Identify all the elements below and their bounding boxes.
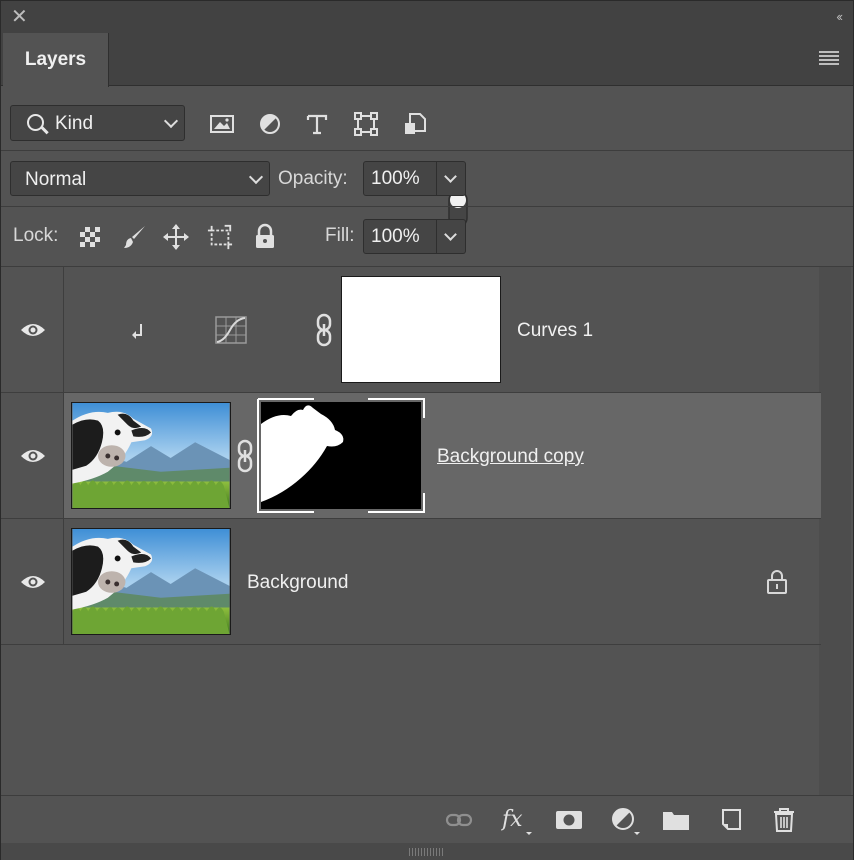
search-icon (27, 114, 44, 131)
tab-layers[interactable]: Layers (3, 33, 109, 87)
type-filter-icon[interactable] (304, 111, 330, 137)
lock-icon[interactable] (765, 569, 789, 595)
layer-row-curves[interactable]: Curves 1 (1, 267, 821, 393)
layer-thumbnail[interactable] (71, 528, 231, 635)
curves-adjustment-icon (215, 316, 247, 344)
collapse-icon[interactable]: ‹‹ (836, 9, 843, 24)
lock-row: Lock: Fill: 100% (1, 207, 853, 267)
lock-transparency-icon[interactable] (77, 223, 103, 251)
chevron-down-icon (444, 228, 457, 241)
delete-icon[interactable] (770, 808, 798, 832)
layer-row-background[interactable]: Background (1, 519, 821, 645)
svg-text:fx: fx (501, 807, 523, 832)
adjustment-filter-icon[interactable] (257, 111, 283, 137)
filter-kind-dropdown[interactable]: Kind (10, 105, 185, 141)
opacity-input[interactable]: 100% (363, 161, 437, 196)
lock-all-icon[interactable] (252, 223, 278, 251)
blend-row: Normal Opacity: 100% (1, 151, 853, 207)
filter-kind-label: Kind (55, 113, 94, 134)
eye-icon[interactable] (20, 321, 46, 339)
layer-mask-thumbnail[interactable] (257, 398, 425, 513)
new-group-icon[interactable] (662, 808, 690, 832)
chevron-down-icon (444, 170, 457, 183)
eye-icon[interactable] (20, 447, 46, 465)
fill-input[interactable]: 100% (363, 219, 437, 254)
panel-tabbar: Layers (1, 33, 853, 87)
eye-icon[interactable] (20, 573, 46, 591)
fill-dropdown-button[interactable] (437, 219, 466, 254)
resize-grip-icon[interactable] (409, 848, 445, 856)
layer-thumbnail[interactable] (71, 402, 231, 509)
lock-paint-icon[interactable] (122, 223, 148, 251)
clipping-arrow-icon (132, 324, 142, 339)
layer-mask-thumbnail[interactable] (341, 276, 501, 383)
add-mask-icon[interactable] (555, 808, 583, 832)
panel-titlebar: ✕ ‹‹ (1, 1, 853, 33)
blend-mode-dropdown[interactable]: Normal (10, 161, 270, 196)
smart-object-filter-icon[interactable] (402, 111, 428, 137)
panel-menu-icon[interactable] (819, 51, 839, 65)
layers-bottom-toolbar: fx (1, 795, 853, 843)
lock-artboard-icon[interactable] (207, 223, 233, 251)
shape-filter-icon[interactable] (353, 111, 379, 137)
link-layers-icon[interactable] (445, 808, 473, 832)
visibility-column (1, 519, 64, 644)
panel-resize-bar[interactable] (1, 843, 853, 860)
chevron-down-icon (248, 169, 264, 184)
mask-link-icon[interactable] (236, 439, 254, 473)
mask-link-icon[interactable] (315, 313, 333, 347)
layer-name[interactable]: Background copy (437, 446, 584, 468)
image-filter-icon[interactable] (209, 111, 235, 137)
opacity-dropdown-button[interactable] (437, 161, 466, 196)
layers-scrollbar[interactable] (819, 267, 851, 795)
fill-label: Fill: (325, 225, 355, 246)
chevron-down-icon (163, 113, 179, 129)
layer-row-background-copy[interactable]: Background copy (1, 393, 821, 519)
filter-row: Kind (1, 87, 853, 228)
blend-mode-value: Normal (25, 169, 87, 190)
fx-icon[interactable]: fx (501, 806, 535, 836)
visibility-column (1, 267, 64, 392)
opacity-label: Opacity: (278, 168, 348, 189)
lock-label: Lock: (13, 225, 59, 246)
layers-panel: ✕ ‹‹ Layers Kind Normal Opacity: 100% Lo… (0, 0, 854, 860)
layer-name[interactable]: Background (247, 572, 348, 594)
new-adjustment-icon[interactable] (610, 806, 642, 836)
new-layer-icon[interactable] (717, 808, 745, 832)
visibility-column (1, 393, 64, 518)
close-icon[interactable]: ✕ (11, 7, 29, 27)
layer-name[interactable]: Curves 1 (517, 320, 593, 342)
lock-position-icon[interactable] (163, 223, 189, 251)
